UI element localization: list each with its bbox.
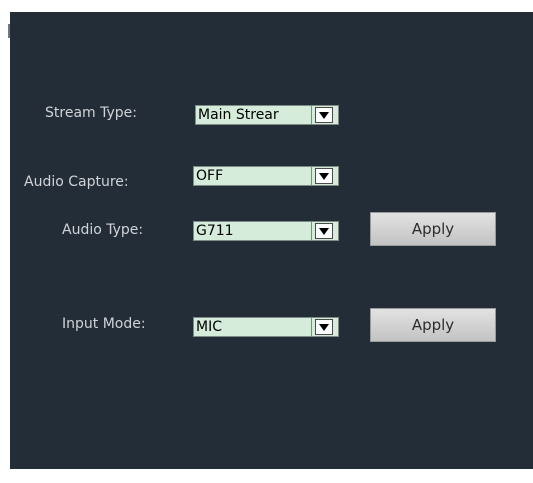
audio-type-dropdown-button[interactable] [311,222,338,240]
input-mode-label: Input Mode: [62,316,146,332]
audio-capture-label: Audio Capture: [24,174,129,190]
audio-capture-value: OFF [194,167,311,185]
chevron-down-icon [315,223,333,239]
stream-type-value: Main Strear [196,106,311,124]
panel-edge-marker [8,24,10,38]
input-mode-dropdown-button[interactable] [311,318,338,336]
audio-type-select[interactable]: G711 [193,221,339,241]
input-mode-select[interactable]: MIC [193,317,339,337]
audio-type-label: Audio Type: [62,222,144,238]
stream-type-dropdown-button[interactable] [311,106,338,124]
audio-type-apply-button[interactable]: Apply [370,212,496,246]
audio-type-value: G711 [194,222,311,240]
input-mode-apply-button[interactable]: Apply [370,308,496,342]
input-mode-value: MIC [194,318,311,336]
stream-type-select[interactable]: Main Strear [195,105,339,125]
audio-capture-select[interactable]: OFF [193,166,339,186]
audio-capture-dropdown-button[interactable] [311,167,338,185]
chevron-down-icon [315,319,333,335]
chevron-down-icon [315,107,333,123]
stream-type-label: Stream Type: [45,105,137,121]
chevron-down-icon [315,168,333,184]
